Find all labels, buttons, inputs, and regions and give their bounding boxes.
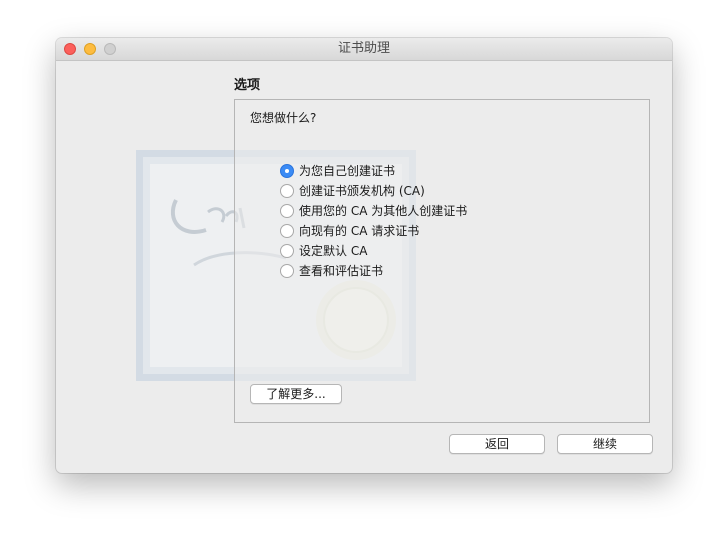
option-create-ca[interactable]: 创建证书颁发机构 (CA) xyxy=(280,181,467,201)
learn-more-button[interactable]: 了解更多... xyxy=(250,384,342,404)
section-title: 选项 xyxy=(234,78,261,93)
close-window-button[interactable] xyxy=(64,43,76,55)
radio-button[interactable] xyxy=(280,244,294,258)
option-request-from-ca[interactable]: 向现有的 CA 请求证书 xyxy=(280,221,467,241)
certificate-assistant-window: 证书助理 选项 您想做什么? 为您自己创建证书 创建证书颁发机构 (CA) 使用… xyxy=(56,38,672,473)
radio-button[interactable] xyxy=(280,184,294,198)
minimize-window-button[interactable] xyxy=(84,43,96,55)
radio-button[interactable] xyxy=(280,204,294,218)
option-label: 查看和评估证书 xyxy=(299,264,384,278)
radio-button[interactable] xyxy=(280,224,294,238)
continue-button[interactable]: 继续 xyxy=(557,434,653,454)
question-label: 您想做什么? xyxy=(250,111,317,125)
radio-button-selected[interactable] xyxy=(280,164,294,178)
zoom-window-button xyxy=(104,43,116,55)
option-view-evaluate-certificate[interactable]: 查看和评估证书 xyxy=(280,261,467,281)
title-bar: 证书助理 xyxy=(56,38,672,61)
option-create-cert-for-others[interactable]: 使用您的 CA 为其他人创建证书 xyxy=(280,201,467,221)
radio-button[interactable] xyxy=(280,264,294,278)
option-label: 创建证书颁发机构 (CA) xyxy=(299,184,425,198)
back-button[interactable]: 返回 xyxy=(449,434,545,454)
option-set-default-ca[interactable]: 设定默认 CA xyxy=(280,241,467,261)
options-radio-group: 为您自己创建证书 创建证书颁发机构 (CA) 使用您的 CA 为其他人创建证书 … xyxy=(280,161,467,281)
options-panel: 您想做什么? 为您自己创建证书 创建证书颁发机构 (CA) 使用您的 CA 为其… xyxy=(234,99,650,423)
option-create-self-certificate[interactable]: 为您自己创建证书 xyxy=(280,161,467,181)
option-label: 使用您的 CA 为其他人创建证书 xyxy=(299,204,468,218)
option-label: 向现有的 CA 请求证书 xyxy=(299,224,420,238)
option-label: 设定默认 CA xyxy=(299,244,368,258)
option-label: 为您自己创建证书 xyxy=(299,164,396,178)
window-title: 证书助理 xyxy=(337,41,390,56)
